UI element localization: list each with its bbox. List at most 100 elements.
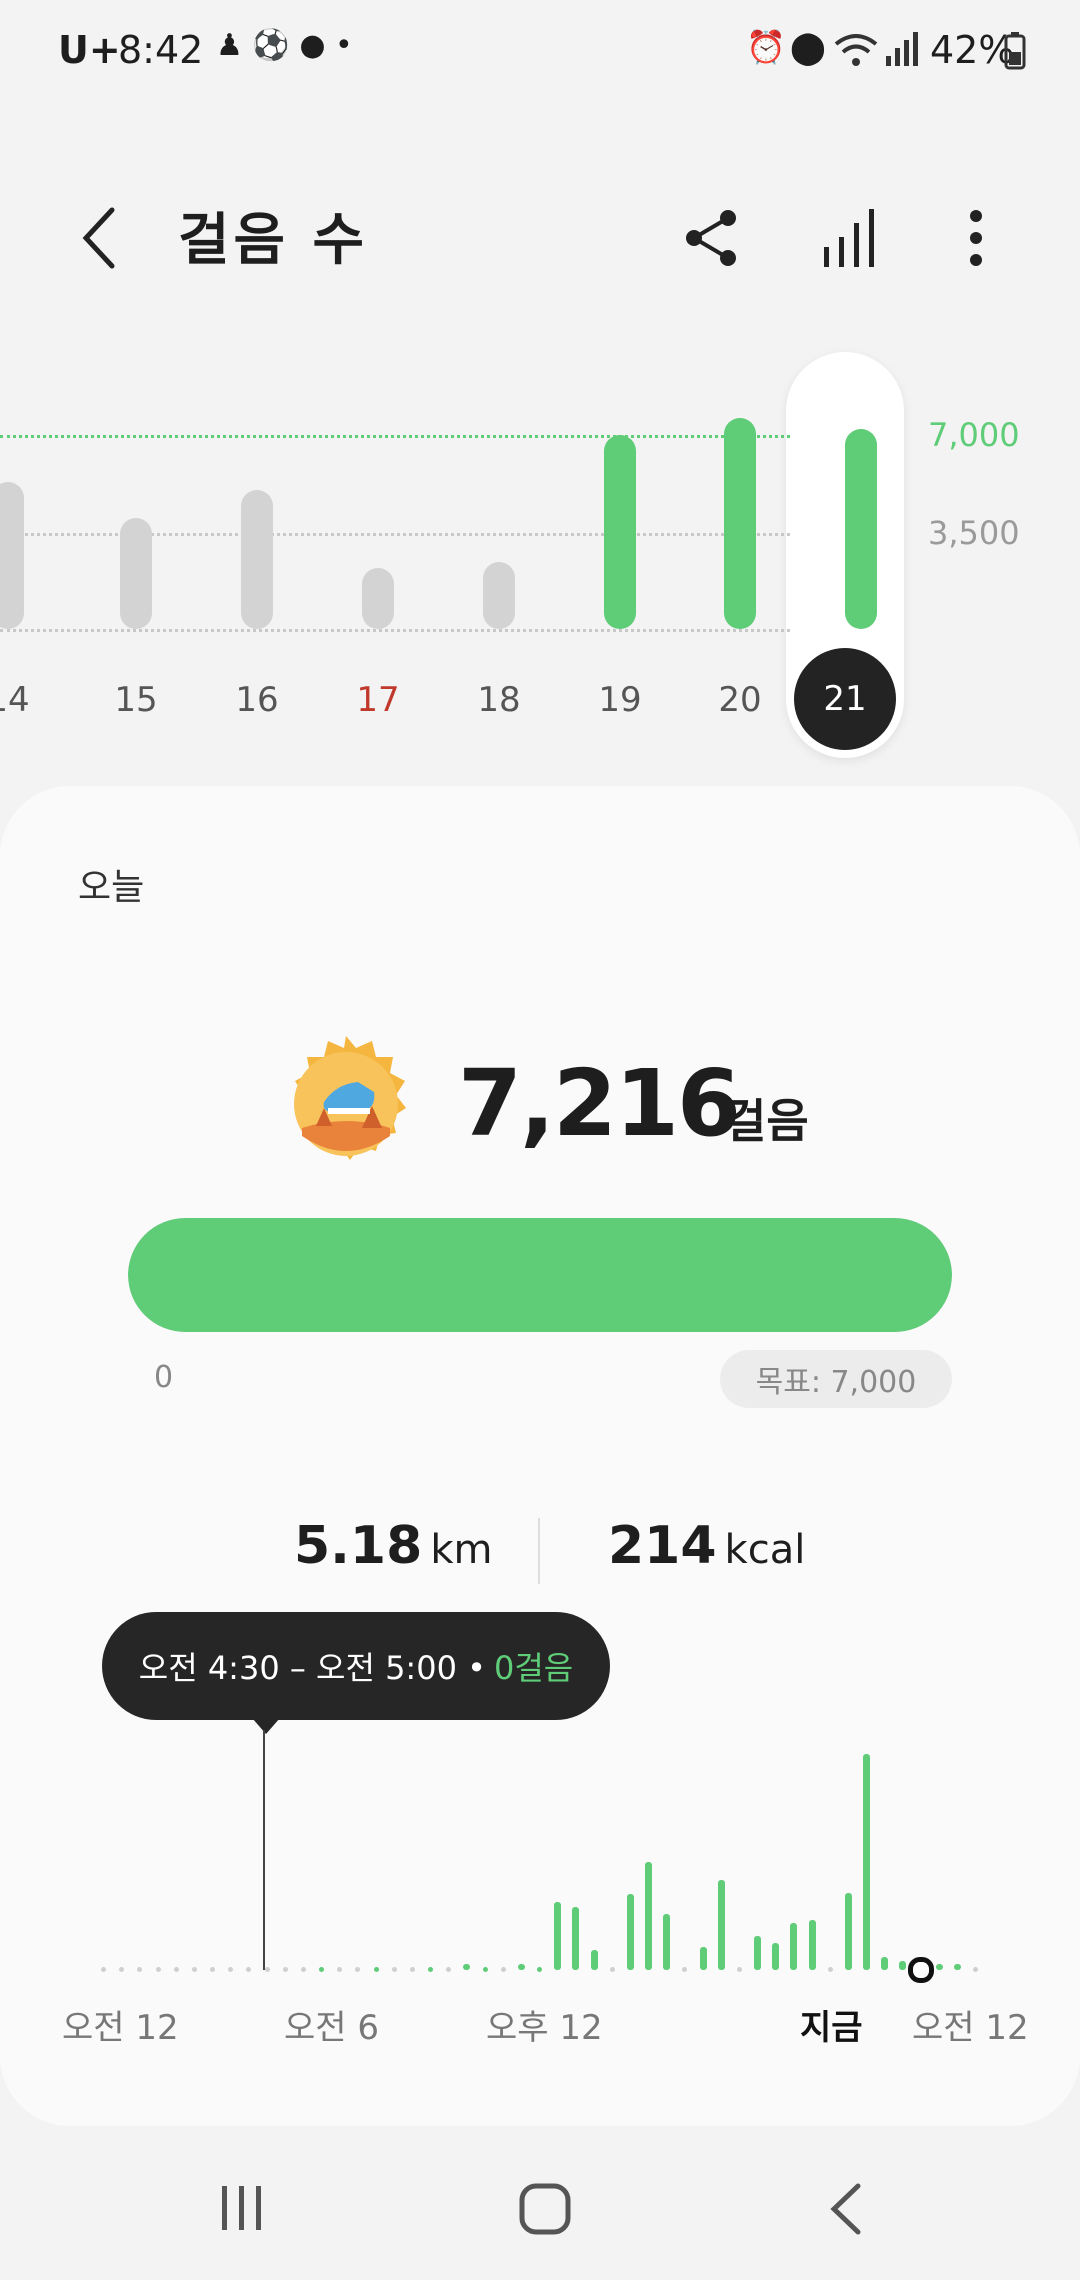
hourly-dot (191, 1967, 197, 1972)
goal-progress-fill (128, 1218, 952, 1332)
hourly-bar (844, 1892, 852, 1970)
battery-percent: 42% (930, 28, 1015, 72)
hourly-bar (590, 1950, 598, 1970)
day-bar-20[interactable] (724, 418, 756, 629)
hourly-dot (210, 1967, 215, 1972)
day-bar-14[interactable] (0, 482, 24, 629)
back-icon[interactable] (826, 2182, 866, 2236)
hourly-bar (517, 1964, 525, 1970)
mid-gridline (0, 533, 790, 536)
hourly-dot (428, 1967, 433, 1972)
day-bar-16[interactable] (241, 490, 273, 629)
day-bar-19[interactable] (604, 435, 636, 629)
location-icon: ⬤ (790, 28, 826, 66)
hourly-bar (554, 1901, 562, 1970)
hourly-dot (736, 1967, 742, 1972)
hourly-dot (609, 1967, 615, 1972)
base-gridline (0, 629, 790, 632)
alarm-icon: ⏰ (746, 28, 786, 66)
battery-icon (1004, 32, 1026, 70)
goal-gridline (0, 435, 790, 438)
hourly-dot (282, 1967, 288, 1972)
hourly-dot (373, 1967, 379, 1972)
back-button[interactable] (58, 198, 138, 278)
hourly-bar (808, 1919, 816, 1970)
hour-label-start: 오전 12 (62, 2008, 179, 2048)
hourly-dot (409, 1967, 415, 1972)
day-bar-21[interactable] (845, 429, 877, 629)
distance-metric: 5.18 km (294, 1516, 492, 1576)
share-button[interactable] (672, 198, 752, 278)
tooltip-pointer (252, 1718, 280, 1734)
more-options-button[interactable] (936, 198, 1016, 278)
signal-icon (886, 32, 918, 66)
day-label-15[interactable]: 15 (96, 680, 176, 720)
hourly-bar (863, 1754, 870, 1970)
tooltip-value: 0걸음 (493, 1649, 574, 1687)
hourly-dot (500, 1967, 506, 1972)
notification-icons: ♟ ⚽ ● • (216, 28, 353, 63)
day-bar-15[interactable] (120, 518, 152, 629)
hourly-bar (881, 1957, 889, 1970)
hourly-bar (935, 1964, 943, 1970)
hourly-dot (300, 1967, 306, 1972)
hourly-bar (626, 1894, 634, 1970)
hourly-bar (699, 1946, 707, 1970)
more-icon (970, 210, 982, 266)
step-count: 7,216 (458, 1050, 741, 1157)
distance-value: 5.18 (294, 1516, 423, 1576)
day-label-19[interactable]: 19 (580, 680, 660, 720)
wifi-icon (834, 34, 878, 66)
day-label-14[interactable]: 14 (0, 680, 48, 720)
recents-icon[interactable] (216, 2182, 268, 2234)
hourly-dot (482, 1967, 488, 1972)
hourly-dot (973, 1967, 978, 1972)
hourly-tooltip: 오전 4:30 – 오전 5:00 • 0걸음 (102, 1612, 610, 1720)
hourly-bar (663, 1914, 671, 1970)
goal-chip[interactable]: 목표: 7,000 (720, 1350, 952, 1408)
selection-cursor[interactable] (263, 1730, 265, 1970)
hourly-bar (790, 1923, 798, 1970)
hourly-bar (953, 1964, 961, 1970)
calories-metric: 214 kcal (608, 1516, 805, 1576)
distance-unit: km (430, 1527, 493, 1573)
summary-card (0, 786, 1080, 2126)
hourly-dot (827, 1967, 833, 1972)
hourly-dot (537, 1967, 542, 1972)
hourly-dot (391, 1967, 397, 1972)
system-nav-bar (0, 2160, 1080, 2280)
back-arrow-icon (82, 207, 115, 269)
stats-button[interactable] (810, 198, 890, 278)
page-title: 걸음 수 (178, 208, 369, 273)
mid-tick-label: 3,500 (928, 514, 1020, 552)
selected-day-label[interactable]: 21 (794, 648, 896, 750)
period-label: 오늘 (78, 867, 145, 908)
hour-label-noon: 오후 12 (486, 2008, 603, 2048)
home-icon[interactable] (518, 2182, 572, 2236)
hourly-bar (754, 1935, 761, 1970)
calories-unit: kcal (724, 1527, 806, 1573)
day-label-17[interactable]: 17 (338, 680, 418, 720)
day-bar-18[interactable] (483, 562, 515, 629)
carrier-label: U+ (58, 28, 121, 72)
tooltip-range: 오전 4:30 – 오전 5:00 • (138, 1649, 486, 1687)
hourly-dot (319, 1967, 324, 1972)
metric-divider (538, 1518, 540, 1584)
goal-progress-bar (128, 1218, 952, 1332)
goal-tick-label: 7,000 (928, 416, 1020, 454)
step-count-unit: 걸음 (724, 1094, 809, 1148)
day-bar-17[interactable] (362, 568, 394, 629)
hourly-bar (572, 1907, 580, 1970)
now-marker (907, 1957, 934, 1983)
goal-achieved-badge-icon (294, 1036, 406, 1160)
day-label-16[interactable]: 16 (217, 680, 297, 720)
hourly-bar (717, 1880, 725, 1970)
hourly-dot (101, 1967, 106, 1972)
hour-label-6am: 오전 6 (284, 2008, 379, 2048)
hour-label-end: 오전 12 (912, 2008, 1029, 2048)
hourly-dot (264, 1967, 270, 1972)
day-label-18[interactable]: 18 (459, 680, 539, 720)
day-label-20[interactable]: 20 (700, 680, 780, 720)
progress-start-label: 0 (154, 1360, 174, 1395)
hourly-bar (645, 1862, 652, 1970)
